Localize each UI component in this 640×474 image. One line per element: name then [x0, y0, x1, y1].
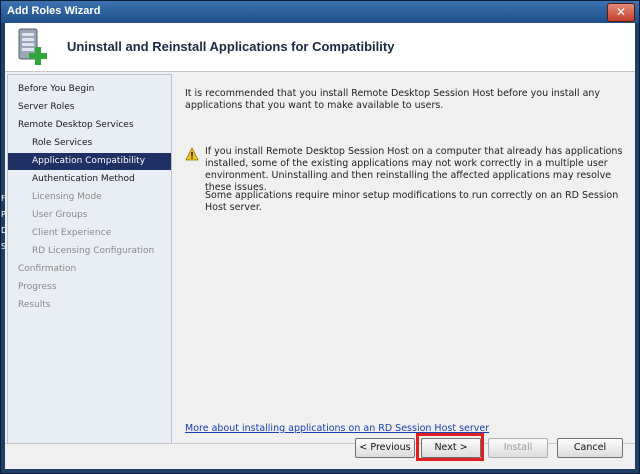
nav-item-client-experience: Client Experience: [32, 228, 112, 238]
nav-item-before-you-begin[interactable]: Before You Begin: [8, 81, 171, 98]
nav-item-progress: Progress: [18, 282, 57, 292]
wizard-client-area: Uninstall and Reinstall Applications for…: [5, 23, 635, 469]
cancel-button[interactable]: Cancel: [557, 438, 623, 458]
wizard-window: F P D S Add Roles Wizard ✕ Uninstall and…: [0, 0, 640, 474]
nav-item-results: Results: [18, 300, 51, 310]
warning-icon: [185, 147, 199, 161]
wizard-content: It is recommended that you install Remot…: [173, 74, 631, 442]
next-button[interactable]: Next >: [421, 438, 481, 458]
install-button: Install: [488, 438, 548, 458]
server-add-icon: [18, 28, 47, 65]
page-title: Uninstall and Reinstall Applications for…: [67, 39, 395, 54]
close-button[interactable]: ✕: [607, 3, 635, 22]
intro-text: It is recommended that you install Remot…: [185, 88, 601, 111]
note-text: Some applications require minor setup mo…: [205, 190, 619, 213]
wizard-header: Uninstall and Reinstall Applications for…: [5, 23, 635, 72]
nav-item-licensing-mode: Licensing Mode: [32, 192, 102, 202]
nav-item-rd-licensing-configuration: RD Licensing Configuration: [32, 246, 155, 256]
wizard-nav-pane: Before You Begin Server Roles Remote Des…: [7, 74, 172, 444]
nav-item-user-groups: User Groups: [32, 210, 88, 220]
warning-text: If you install Remote Desktop Session Ho…: [205, 146, 623, 193]
close-icon: ✕: [615, 5, 627, 19]
nav-item-role-services[interactable]: Role Services: [8, 135, 171, 152]
window-title: Add Roles Wizard: [7, 5, 101, 17]
nav-item-application-compatibility[interactable]: Application Compatibility: [8, 153, 171, 170]
nav-item-server-roles[interactable]: Server Roles: [8, 99, 171, 116]
nav-item-remote-desktop-services[interactable]: Remote Desktop Services: [8, 117, 171, 134]
title-bar[interactable]: Add Roles Wizard ✕: [1, 1, 639, 23]
nav-item-confirmation: Confirmation: [18, 264, 77, 274]
previous-button[interactable]: < Previous: [355, 438, 415, 458]
nav-item-authentication-method[interactable]: Authentication Method: [8, 171, 171, 188]
